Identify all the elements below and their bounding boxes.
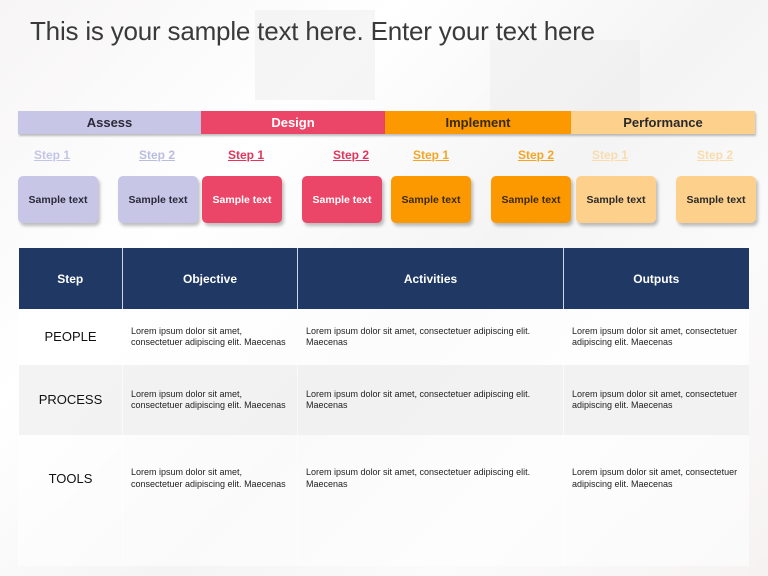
framework-table: Step Objective Activities Outputs PEOPLE… — [18, 248, 749, 566]
step-link[interactable]: Step 2 — [316, 148, 386, 162]
phase-bar-assess: Assess — [18, 111, 201, 134]
step-link[interactable]: Step 2 — [680, 148, 750, 162]
table-row: PEOPLE Lorem ipsum dolor sit amet, conse… — [18, 309, 749, 365]
column-header-objective: Objective — [122, 248, 298, 309]
column-header-outputs: Outputs — [563, 248, 749, 309]
row-step-name: PEOPLE — [18, 309, 123, 365]
row-objective: Lorem ipsum dolor sit amet, consectetuer… — [122, 365, 298, 435]
step-link[interactable]: Step 2 — [122, 148, 192, 162]
step-link[interactable]: Step 1 — [17, 148, 87, 162]
phase-bar-implement: Implement — [385, 111, 571, 134]
row-outputs: Lorem ipsum dolor sit amet, consectetuer… — [563, 435, 749, 566]
row-step-name: TOOLS — [18, 435, 123, 566]
row-activities: Lorem ipsum dolor sit amet, consectetuer… — [297, 309, 564, 365]
step-card: Sample text — [118, 176, 198, 223]
step-card: Sample text — [202, 176, 282, 223]
step-link[interactable]: Step 1 — [575, 148, 645, 162]
row-step-name: PROCESS — [18, 365, 123, 435]
column-header-activities: Activities — [297, 248, 564, 309]
slide-title: This is your sample text here. Enter you… — [30, 16, 595, 46]
phase-label: Performance — [623, 115, 703, 130]
step-link[interactable]: Step 1 — [396, 148, 466, 162]
phase-label: Assess — [86, 115, 133, 130]
step-card: Sample text — [391, 176, 471, 223]
phase-label: Implement — [445, 115, 511, 130]
table-header-row: Step Objective Activities Outputs — [18, 248, 749, 309]
row-activities: Lorem ipsum dolor sit amet, consectetuer… — [297, 435, 564, 566]
row-objective: Lorem ipsum dolor sit amet, consectetuer… — [122, 435, 298, 566]
row-objective: Lorem ipsum dolor sit amet, consectetuer… — [122, 309, 298, 365]
step-card: Sample text — [491, 176, 571, 223]
step-card: Sample text — [576, 176, 656, 223]
row-activities: Lorem ipsum dolor sit amet, consectetuer… — [297, 365, 564, 435]
step-card: Sample text — [302, 176, 382, 223]
phase-bar-performance: Performance — [571, 111, 755, 134]
phase-label: Design — [271, 115, 315, 130]
background-shape — [490, 40, 640, 120]
table-row: PROCESS Lorem ipsum dolor sit amet, cons… — [18, 365, 749, 435]
step-link[interactable]: Step 1 — [211, 148, 281, 162]
table-row: TOOLS Lorem ipsum dolor sit amet, consec… — [18, 435, 749, 566]
step-card: Sample text — [676, 176, 756, 223]
column-header-step: Step — [18, 248, 123, 309]
row-outputs: Lorem ipsum dolor sit amet, consectetuer… — [563, 309, 749, 365]
row-outputs: Lorem ipsum dolor sit amet, consectetuer… — [563, 365, 749, 435]
phase-bar-design: Design — [201, 111, 385, 134]
step-link[interactable]: Step 2 — [501, 148, 571, 162]
step-card: Sample text — [18, 176, 98, 223]
